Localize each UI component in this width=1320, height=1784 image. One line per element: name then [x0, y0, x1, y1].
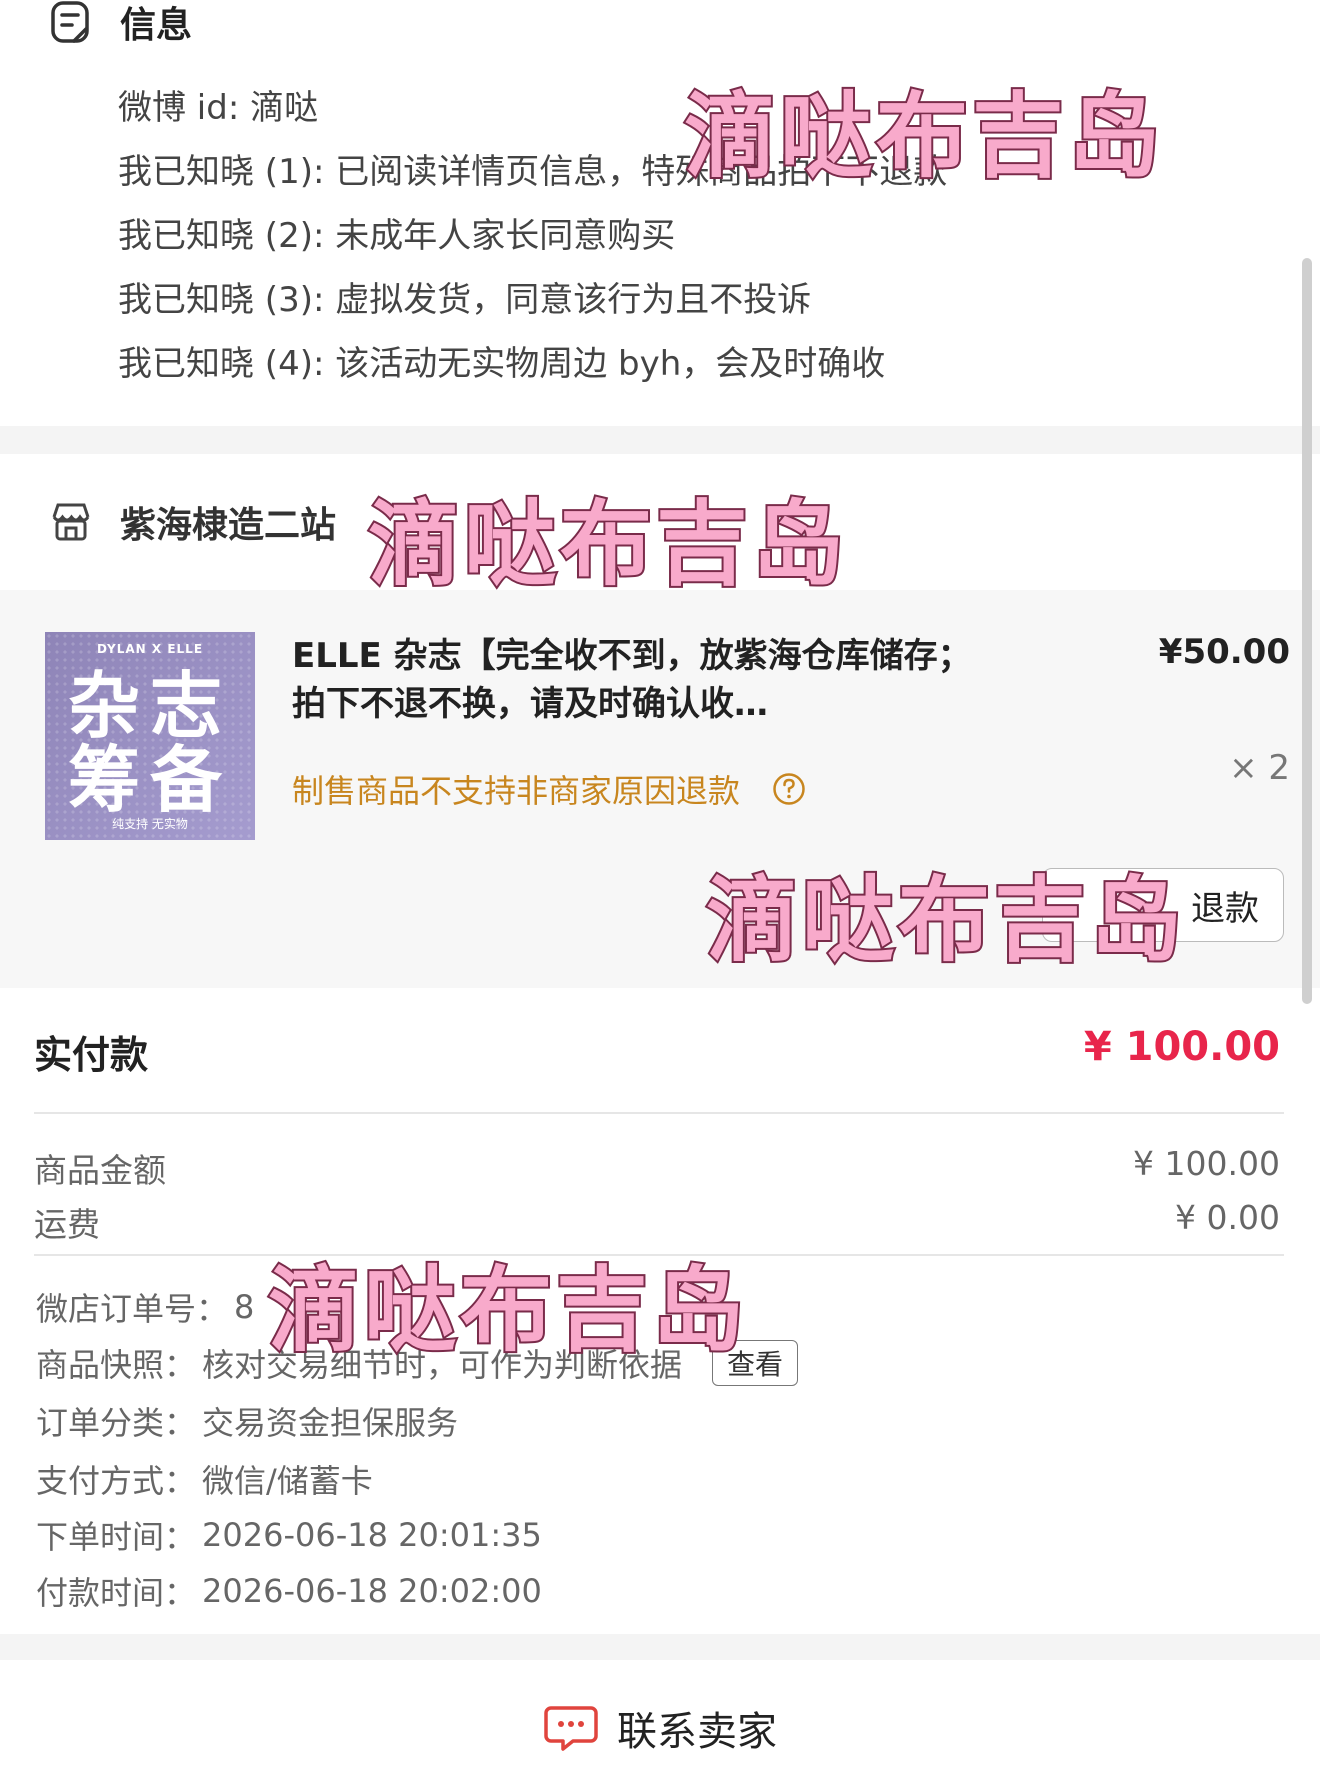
- paid-amount-value: ¥ 100.00: [1083, 1024, 1280, 1070]
- product-title[interactable]: ELLE 杂志【完全收不到，放紫海仓库储存；拍下不退不换，请及时确认收…: [292, 632, 992, 728]
- snapshot-label: 商品快照：: [36, 1346, 197, 1384]
- thumbnail-line1: 杂志: [67, 664, 232, 748]
- order-category-label: 订单分类：: [36, 1404, 197, 1442]
- divider: [34, 1112, 1284, 1114]
- contact-seller-label: 联系卖家: [617, 1709, 777, 1755]
- watermark-text: 滴哒布吉岛: [366, 489, 849, 600]
- order-category-value: 交易资金担保服务: [202, 1404, 459, 1442]
- info-header: 信息: [48, 0, 192, 46]
- pay-time-label: 付款时间：: [36, 1574, 197, 1612]
- product-quantity: × 2: [1229, 748, 1290, 788]
- shop-name: 紫海棣造二站: [120, 505, 337, 546]
- help-icon[interactable]: [772, 772, 806, 806]
- refund-policy-note: 制售商品不支持非商家原因退款: [292, 766, 806, 812]
- info-line-ack-2: 我已知晓 (2): 未成年人家长同意购买: [118, 216, 676, 256]
- section-divider: [0, 426, 1320, 454]
- payment-method-row: 支付方式： 微信/储蓄卡: [36, 1456, 373, 1502]
- watermark-text: 滴哒布吉岛: [266, 1255, 749, 1366]
- note-icon: [51, 1, 89, 43]
- shipping-value: ¥ 0.00: [1175, 1198, 1280, 1237]
- thumbnail-top-text: DYLAN X ELLE: [96, 642, 204, 656]
- refund-policy-text: 制售商品不支持非商家原因退款: [292, 772, 741, 810]
- order-time-label: 下单时间：: [36, 1518, 197, 1556]
- product-price: ¥50.00: [1158, 632, 1290, 672]
- pay-time-value: 2026-06-18 20:02:00: [202, 1572, 542, 1610]
- thumbnail-line2: 筹备: [67, 738, 232, 822]
- payment-method-value: 微信/储蓄卡: [202, 1462, 373, 1500]
- scrollbar[interactable]: [1302, 258, 1312, 1004]
- info-title: 信息: [120, 5, 193, 46]
- info-line-ack-3: 我已知晓 (3): 虚拟发货，同意该行为且不投诉: [118, 280, 812, 320]
- watermark-text: 滴哒布吉岛: [704, 865, 1187, 976]
- shipping-label: 运费: [34, 1205, 100, 1244]
- refund-button-label: 退款: [1191, 888, 1259, 929]
- section-divider: [0, 1634, 1320, 1660]
- order-number-row: 微店订单号： 8: [36, 1284, 254, 1330]
- watermark-text: 滴哒布吉岛: [682, 81, 1165, 192]
- goods-amount-value: ¥ 100.00: [1133, 1144, 1280, 1183]
- shop-row[interactable]: 紫海棣造二站: [48, 490, 336, 554]
- paid-amount-label: 实付款: [34, 1033, 149, 1077]
- info-line-ack-4: 我已知晓 (4): 该活动无实物周边 byh，会及时确收: [118, 344, 886, 384]
- info-line-weibo: 微博 id: 滴哒: [118, 88, 319, 128]
- goods-amount-label: 商品金额: [34, 1151, 166, 1190]
- order-category-row: 订单分类： 交易资金担保服务: [36, 1398, 458, 1444]
- thumbnail-bottom-text: 纯支持 无实物: [112, 817, 188, 831]
- order-time-row: 下单时间： 2026-06-18 20:01:35: [36, 1512, 542, 1558]
- pay-time-row: 付款时间： 2026-06-18 20:02:00: [36, 1568, 542, 1614]
- store-icon: [52, 503, 90, 541]
- payment-method-label: 支付方式：: [36, 1462, 197, 1500]
- order-time-value: 2026-06-18 20:01:35: [202, 1516, 542, 1554]
- product-thumbnail[interactable]: DYLAN X ELLE 杂志 筹备 纯支持 无实物: [45, 632, 255, 840]
- chat-icon: [544, 1706, 598, 1751]
- order-number-label: 微店订单号：: [36, 1290, 229, 1328]
- contact-seller-button[interactable]: 联系卖家: [0, 1696, 1320, 1760]
- order-number-value[interactable]: 8: [234, 1288, 254, 1326]
